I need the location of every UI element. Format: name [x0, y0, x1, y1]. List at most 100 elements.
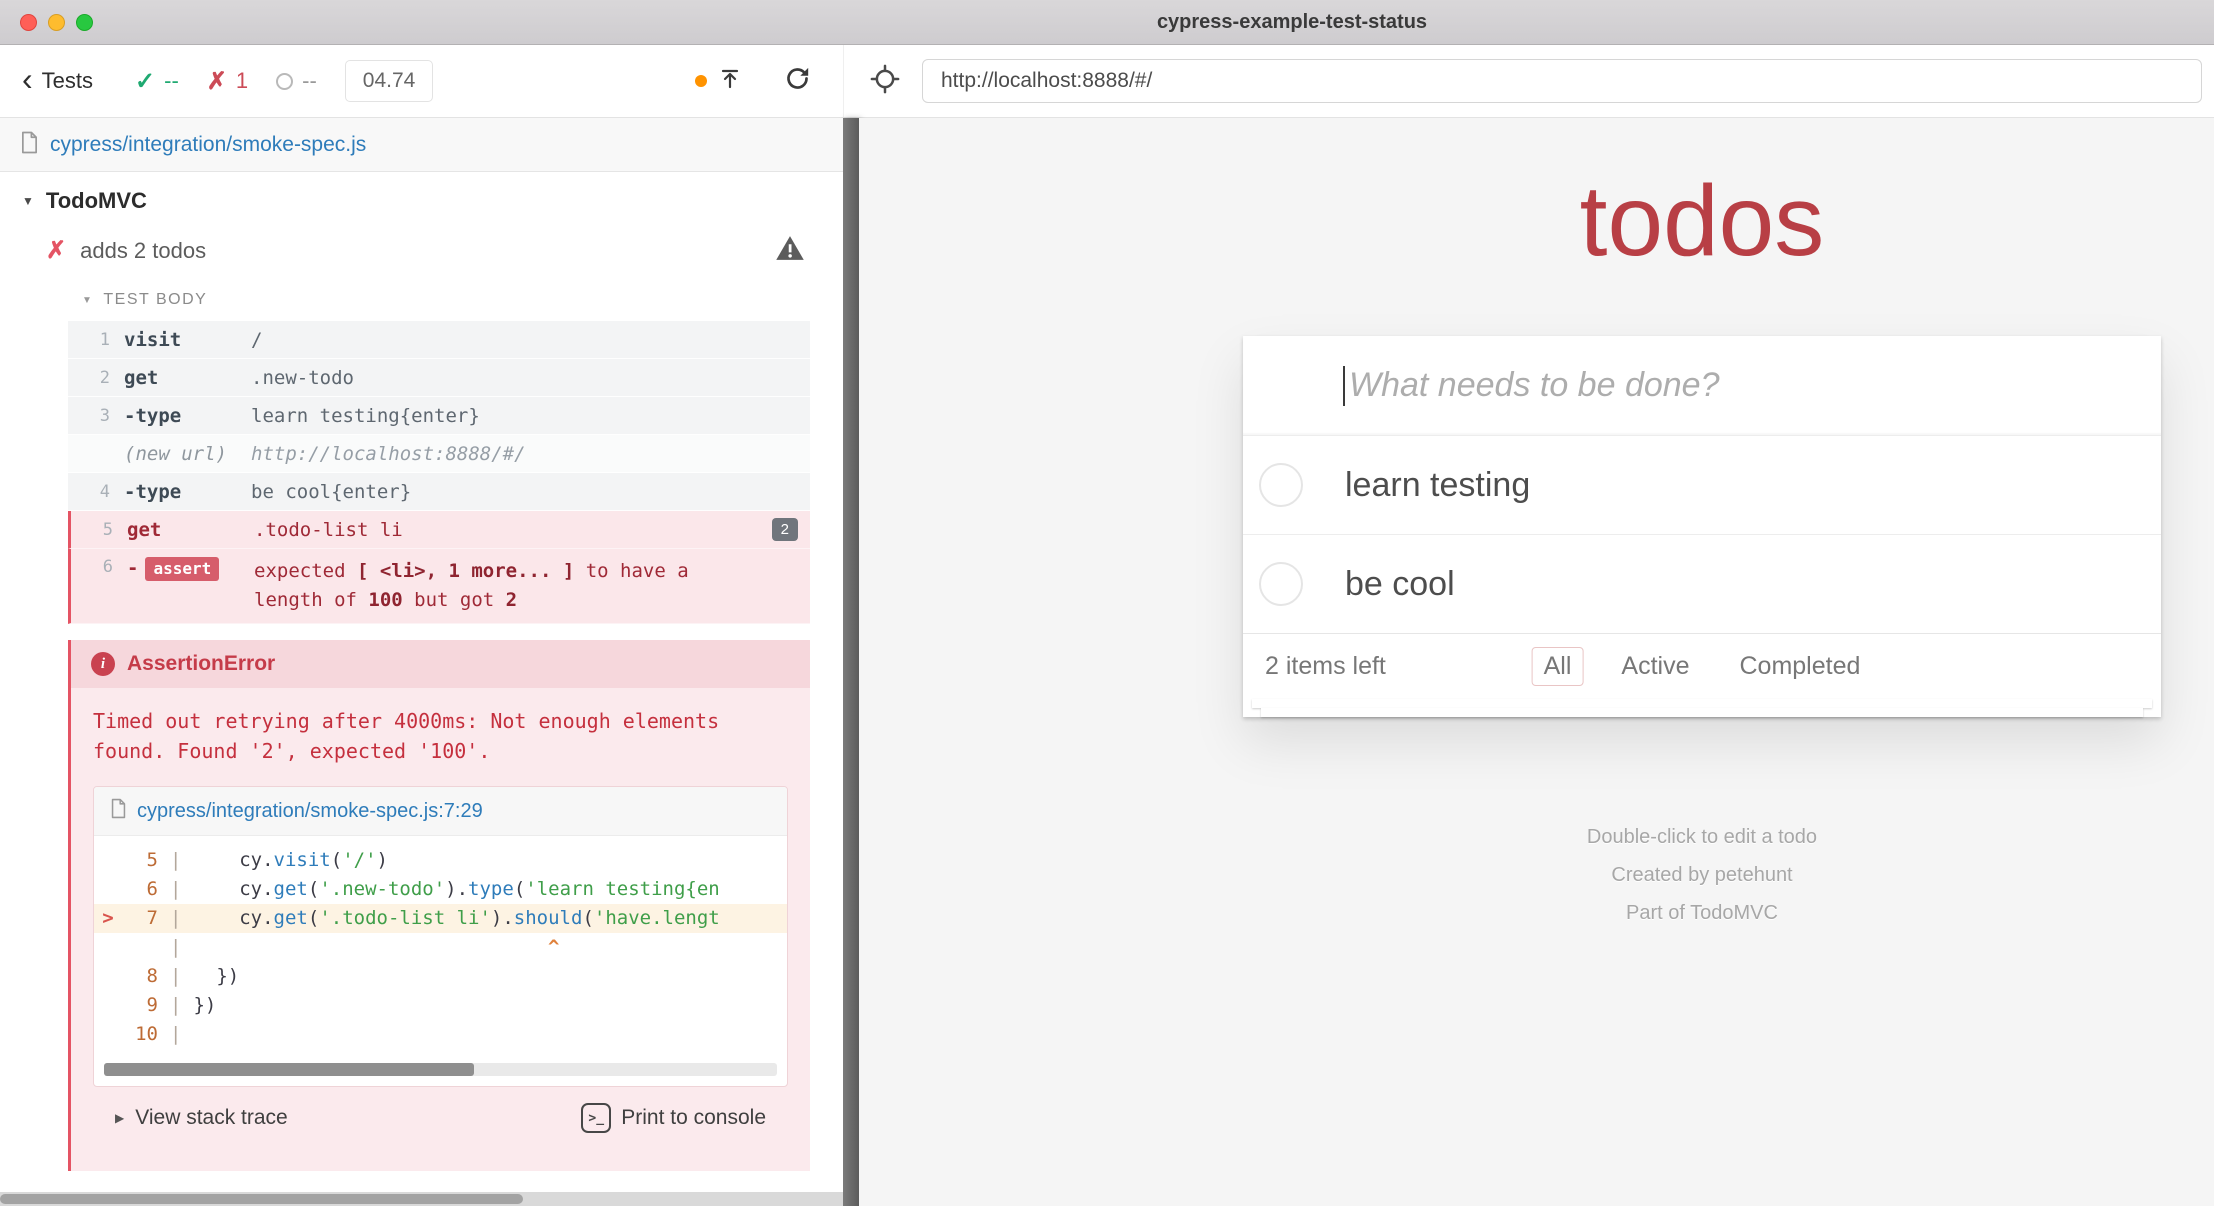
url-bar[interactable] [922, 59, 2202, 103]
error-body: Timed out retrying after 4000ms: Not eno… [71, 688, 810, 1171]
reporter-horizontal-scrollbar[interactable] [0, 1192, 843, 1206]
code-frame-file-link[interactable]: cypress/integration/smoke-spec.js:7:29 [137, 800, 483, 823]
back-chevron-icon: ‹ [22, 63, 33, 95]
info-part-of: Part of TodoMVC [1243, 894, 2161, 932]
spec-file-link[interactable]: cypress/integration/smoke-spec.js [50, 133, 366, 157]
todo-footer: 2 items left All Active Completed [1243, 633, 2161, 699]
selector-playground-button[interactable] [870, 64, 900, 99]
chevron-right-icon: ▶ [115, 1111, 124, 1125]
todo-toggle-checkbox[interactable] [1259, 463, 1303, 507]
auto-scroll-toggle[interactable] [695, 67, 742, 96]
command-row-new-url[interactable]: (new url) http://localhost:8888/#/ [68, 435, 810, 473]
test-body-section-toggle[interactable]: ▼ TEST BODY [82, 291, 843, 309]
new-todo-placeholder: What needs to be done? [1349, 366, 1720, 405]
auto-scroll-indicator-dot [695, 75, 707, 87]
error-info-icon: i [91, 652, 115, 676]
code-line-highlighted: >7| cy.get('.todo-list li').should('have… [94, 904, 787, 933]
todo-label[interactable]: learn testing [1345, 466, 1530, 505]
todo-item: learn testing [1243, 435, 2161, 534]
info-credits: Created by petehunt [1243, 856, 2161, 894]
stack-trace-label: View stack trace [135, 1106, 288, 1130]
warning-icon [775, 234, 805, 267]
window-titlebar: cypress-example-test-status [0, 0, 2214, 45]
test-duration: 04.74 [345, 60, 434, 102]
code-frame-horizontal-scrollbar[interactable] [104, 1063, 777, 1076]
code-frame-body: 5| cy.visit('/') 6| cy.get('.new-todo').… [94, 836, 787, 1055]
code-frame-header: cypress/integration/smoke-spec.js:7:29 [94, 787, 787, 836]
test-title: adds 2 todos [80, 238, 206, 264]
chevron-down-icon: ▼ [22, 194, 34, 208]
command-number: 6 [71, 557, 127, 577]
code-line: 8| }) [94, 962, 787, 991]
scrollbar-thumb[interactable] [0, 1194, 523, 1204]
window-title: cypress-example-test-status [1157, 11, 1427, 34]
x-icon: ✗ [207, 67, 227, 96]
info-edit-hint: Double-click to edit a todo [1243, 818, 2161, 856]
command-row-assert-failed[interactable]: 6 - assert expected [ <li>, 1 more... ] … [68, 549, 810, 624]
command-message: be cool{enter} [251, 481, 798, 503]
todomvc-link[interactable]: TodoMVC [1690, 902, 1778, 924]
assertion-error-block: i AssertionError Timed out retrying afte… [68, 640, 810, 1171]
scrollbar-thumb[interactable] [104, 1063, 474, 1076]
command-method: - assert [127, 557, 254, 581]
test-adds-2-todos[interactable]: ✗ adds 2 todos [46, 234, 805, 267]
command-row-get[interactable]: 2 get .new-todo [68, 359, 810, 397]
todo-label[interactable]: be cool [1345, 565, 1455, 604]
command-row-visit[interactable]: 1 visit / [68, 321, 810, 359]
refresh-tests-button[interactable] [784, 65, 811, 97]
author-link[interactable]: petehunt [1715, 864, 1793, 886]
close-window-button[interactable] [20, 14, 37, 31]
todos-app-title: todos [1243, 166, 2161, 276]
new-todo-input[interactable]: What needs to be done? [1243, 336, 2161, 435]
failed-value: 1 [236, 68, 248, 94]
command-row-type[interactable]: 4 -type be cool{enter} [68, 473, 810, 511]
view-stack-trace-toggle[interactable]: ▶ View stack trace [115, 1106, 288, 1130]
passed-value: -- [164, 68, 179, 94]
zoom-window-button[interactable] [76, 14, 93, 31]
element-count-badge: 2 [772, 518, 798, 541]
command-method: (new url) [124, 443, 251, 465]
command-method: -type [124, 481, 251, 503]
test-failed-icon: ✗ [46, 236, 66, 265]
pending-count: -- [276, 68, 317, 94]
command-method: -type [124, 405, 251, 427]
panel-resizer[interactable] [843, 118, 859, 1206]
test-body-label: TEST BODY [103, 291, 207, 309]
command-list: 1 visit / 2 get .new-todo 3 -type learn … [68, 321, 810, 624]
items-left-count: 2 items left [1265, 652, 1386, 681]
aut-toolbar [843, 45, 2214, 117]
code-frame: cypress/integration/smoke-spec.js:7:29 5… [93, 786, 788, 1087]
passed-count: ✓ -- [135, 67, 179, 96]
filter-completed[interactable]: Completed [1727, 647, 1872, 686]
print-to-console-label: Print to console [621, 1106, 766, 1130]
print-to-console-button[interactable]: >_ Print to console [581, 1103, 766, 1133]
todo-toggle-checkbox[interactable] [1259, 562, 1303, 606]
file-icon [20, 131, 39, 159]
command-method: visit [124, 329, 251, 351]
crosshair-icon [870, 64, 900, 99]
chevron-down-icon: ▼ [82, 295, 93, 306]
filter-all[interactable]: All [1532, 647, 1584, 686]
toolbar: ‹ Tests ✓ -- ✗ 1 -- 04.74 [0, 45, 2214, 118]
filter-active[interactable]: Active [1609, 647, 1701, 686]
error-name: AssertionError [127, 652, 275, 676]
code-line: 9|}) [94, 991, 787, 1020]
assert-message: expected [ <li>, 1 more... ] to have a l… [254, 557, 754, 615]
code-line: 10| [94, 1020, 787, 1049]
text-cursor [1343, 366, 1345, 406]
command-message: .todo-list li [254, 519, 772, 541]
todo-filters: All Active Completed [1532, 647, 1873, 686]
command-message: http://localhost:8888/#/ [251, 443, 798, 465]
file-icon [110, 798, 127, 824]
back-label: Tests [42, 68, 93, 94]
scroll-to-top-icon [718, 67, 742, 96]
command-row-type[interactable]: 3 -type learn testing{enter} [68, 397, 810, 435]
code-line-caret: | ^ [94, 933, 787, 962]
error-header: i AssertionError [71, 640, 810, 688]
command-number: 1 [68, 330, 124, 350]
refresh-icon [784, 65, 811, 97]
command-row-get-failed[interactable]: 5 get .todo-list li 2 [68, 511, 810, 549]
suite-todomvc[interactable]: ▼ TodoMVC [22, 188, 843, 214]
minimize-window-button[interactable] [48, 14, 65, 31]
back-to-tests-button[interactable]: ‹ Tests [22, 68, 93, 95]
